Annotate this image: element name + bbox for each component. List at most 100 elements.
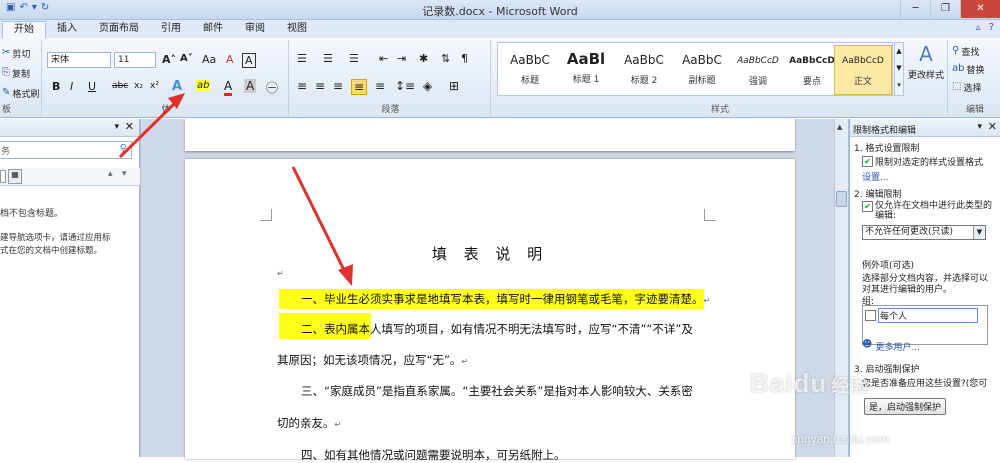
align-left-icon[interactable]: ≡ bbox=[297, 79, 307, 93]
underline-button[interactable]: U bbox=[88, 80, 96, 93]
minimize-button[interactable]: ─ bbox=[900, 0, 930, 18]
decrease-indent-icon[interactable]: ⇤ bbox=[379, 52, 388, 65]
highlight-button[interactable]: ab bbox=[196, 80, 211, 91]
grow-font-button[interactable]: A˄ bbox=[162, 53, 176, 66]
nav-pane-menu-icon[interactable]: ▾ bbox=[114, 122, 119, 132]
enforce-protection-button[interactable]: 是，启动强制保护 bbox=[864, 398, 947, 415]
nav-prev-icon[interactable]: ▴ bbox=[108, 169, 113, 179]
tab-review[interactable]: 审阅 bbox=[234, 21, 276, 38]
char-border-button[interactable]: A bbox=[242, 53, 256, 68]
edit-restrict-checkbox[interactable]: ✔ bbox=[862, 201, 873, 212]
tab-home[interactable]: 开始 bbox=[2, 21, 46, 38]
vertical-scrollbar[interactable]: ▲ bbox=[834, 119, 848, 457]
format-painter-button[interactable]: ✎ 格式刷 bbox=[2, 86, 39, 100]
strikethrough-button[interactable]: abc bbox=[112, 81, 128, 91]
numbering-icon[interactable]: ☰ bbox=[323, 52, 333, 65]
doc-paragraph-2: 二、表内属本人填写的项目，如有情况不明无法填写时，应写“不清”“不详”及 bbox=[301, 322, 693, 336]
font-name-select[interactable]: 宋体 bbox=[47, 52, 111, 68]
italic-button[interactable]: I bbox=[70, 80, 73, 93]
increase-indent-icon[interactable]: ⇥ bbox=[397, 52, 406, 65]
edit-restrict-checkbox-row[interactable]: ✔ 仅允许在文档中进行此类型的编辑: bbox=[862, 201, 998, 221]
restrict-pane-menu-icon[interactable]: ▾ bbox=[977, 122, 982, 132]
cut-button[interactable]: ✂ 剪切 bbox=[2, 46, 30, 60]
edit-type-select[interactable]: 不允许任何更改(只读) ▼ bbox=[862, 225, 986, 240]
text-effects-button[interactable]: A bbox=[172, 79, 182, 94]
copy-icon: ⎘ bbox=[2, 67, 10, 78]
style-subtitle[interactable]: AaBbC 副标题 bbox=[670, 45, 734, 95]
nav-empty-line2: 建导航选项卡，请通过应用标 bbox=[0, 233, 111, 243]
nav-next-icon[interactable]: ▾ bbox=[122, 169, 127, 179]
show-marks-icon[interactable]: ¶ bbox=[461, 52, 468, 65]
select-button[interactable]: ⬚ 选择 bbox=[952, 80, 981, 94]
tab-references[interactable]: 引用 bbox=[150, 21, 192, 38]
style-title[interactable]: AaBbC 标题 bbox=[498, 45, 562, 95]
enclose-char-icon[interactable]: ㊀ bbox=[266, 79, 278, 96]
styles-scroll[interactable]: ▲ ▼ ▾ bbox=[894, 42, 904, 96]
page-current[interactable]: 填 表 说 明 ↵ 一、毕业生必须实事求是地填写本表，填写时一律用钢笔或毛笔，字… bbox=[185, 159, 795, 462]
scroll-thumb[interactable] bbox=[836, 191, 847, 207]
distribute-icon[interactable]: ≡ bbox=[375, 79, 385, 93]
align-center-icon[interactable]: ≡ bbox=[315, 79, 325, 93]
exceptions-desc-2: 对其进行编辑的用户。 bbox=[862, 285, 953, 295]
tab-mailings[interactable]: 邮件 bbox=[192, 21, 234, 38]
document-title: 填 表 说 明 bbox=[431, 245, 549, 263]
multilevel-list-icon[interactable]: ☰ bbox=[349, 52, 359, 65]
group-everyone-row[interactable]: 每个人 bbox=[865, 308, 978, 323]
line-spacing-icon[interactable]: ↕≡ bbox=[395, 79, 415, 93]
chevron-down-icon[interactable]: ▼ bbox=[973, 226, 985, 239]
maximize-button[interactable]: ❐ bbox=[930, 0, 960, 18]
style-heading1[interactable]: AaBl 标题 1 bbox=[554, 45, 618, 95]
nav-pane-close-icon[interactable]: ✕ bbox=[125, 120, 134, 133]
shading-icon[interactable]: ◈ bbox=[423, 79, 432, 93]
enforce-question: 您是否准备应用这些设置?(您可 bbox=[862, 379, 988, 389]
asian-layout-icon[interactable]: ✱ bbox=[419, 52, 428, 65]
editing-group: ⚲ 查找 ab 替换 ⬚ 选择 编辑 bbox=[950, 40, 1000, 116]
replace-button[interactable]: ab 替换 bbox=[952, 62, 985, 76]
tab-view[interactable]: 视图 bbox=[276, 21, 318, 38]
tab-page-layout[interactable]: 页面布局 bbox=[88, 21, 150, 38]
everyone-checkbox[interactable] bbox=[865, 310, 876, 321]
clipboard-group: ✂ 剪切 ⎘ 复制 ✎ 格式刷 板 bbox=[0, 40, 42, 116]
tab-insert[interactable]: 插入 bbox=[46, 21, 88, 38]
justify-icon[interactable]: ≡ bbox=[351, 79, 368, 95]
help-icon[interactable]: ? bbox=[989, 22, 994, 33]
nav-pane-header: ▾ ✕ bbox=[0, 119, 139, 137]
nav-tabs: ▦ ▴ ▾ bbox=[0, 168, 140, 186]
sort-icon[interactable]: ⇅ bbox=[441, 52, 450, 65]
restrict-pane-close-icon[interactable]: ✕ bbox=[988, 120, 997, 133]
clear-format-button[interactable]: A bbox=[226, 53, 234, 66]
format-settings-link[interactable]: 设置... bbox=[862, 170, 889, 183]
find-button[interactable]: ⚲ 查找 bbox=[952, 44, 979, 58]
bullets-icon[interactable]: ☰ bbox=[297, 52, 307, 65]
scroll-up-icon[interactable]: ▲ bbox=[837, 123, 842, 131]
groups-list: 每个人 bbox=[862, 305, 988, 345]
search-icon[interactable]: ⚲ bbox=[120, 143, 127, 154]
clipboard-group-label: 板 bbox=[2, 105, 12, 115]
align-right-icon[interactable]: ≡ bbox=[333, 79, 343, 93]
doc-paragraph-1: 一、毕业生必须实事求是地填写本表，填写时一律用钢笔或毛笔，字迹要清楚。↵ bbox=[279, 289, 799, 309]
nav-tab-headings[interactable] bbox=[0, 170, 6, 183]
change-case-button[interactable]: Aa bbox=[202, 53, 216, 66]
font-color-button[interactable]: A bbox=[224, 79, 233, 96]
style-normal[interactable]: AaBbCcD 正文 bbox=[834, 45, 892, 95]
ribbon-minimize-icon[interactable]: ▵ bbox=[976, 22, 981, 33]
superscript-button[interactable]: x² bbox=[150, 81, 159, 91]
char-shading-button[interactable]: A bbox=[244, 79, 257, 93]
copy-button[interactable]: ⎘ 复制 bbox=[2, 66, 30, 80]
font-size-select[interactable]: 11 bbox=[114, 52, 156, 68]
close-button[interactable]: ✕ bbox=[960, 0, 1000, 18]
nav-search-input[interactable]: 务 ⚲ bbox=[0, 141, 132, 159]
cursor-icon: ⬚ bbox=[952, 81, 962, 92]
bold-button[interactable]: B bbox=[52, 80, 60, 93]
styles-group: AaBbC 标题 AaBl 标题 1 AaBbC 标题 2 AaBbC 副标题 AaBb… bbox=[493, 40, 948, 116]
format-restrict-checkbox-row[interactable]: ✔ 限制对选定的样式设置格式 bbox=[862, 155, 983, 168]
nav-tab-pages-icon[interactable]: ▦ bbox=[8, 169, 22, 184]
subscript-button[interactable]: x₂ bbox=[134, 81, 143, 91]
replace-icon: ab bbox=[952, 63, 965, 74]
shrink-font-button[interactable]: A˅ bbox=[180, 53, 193, 64]
style-heading2[interactable]: AaBbC 标题 2 bbox=[612, 45, 676, 95]
change-styles-button[interactable]: A 更改样式 bbox=[905, 42, 947, 81]
format-restrict-checkbox[interactable]: ✔ bbox=[862, 156, 873, 167]
borders-icon[interactable]: ⊞ bbox=[449, 79, 459, 93]
more-users-link[interactable]: ☻ 更多用户... bbox=[862, 340, 920, 354]
